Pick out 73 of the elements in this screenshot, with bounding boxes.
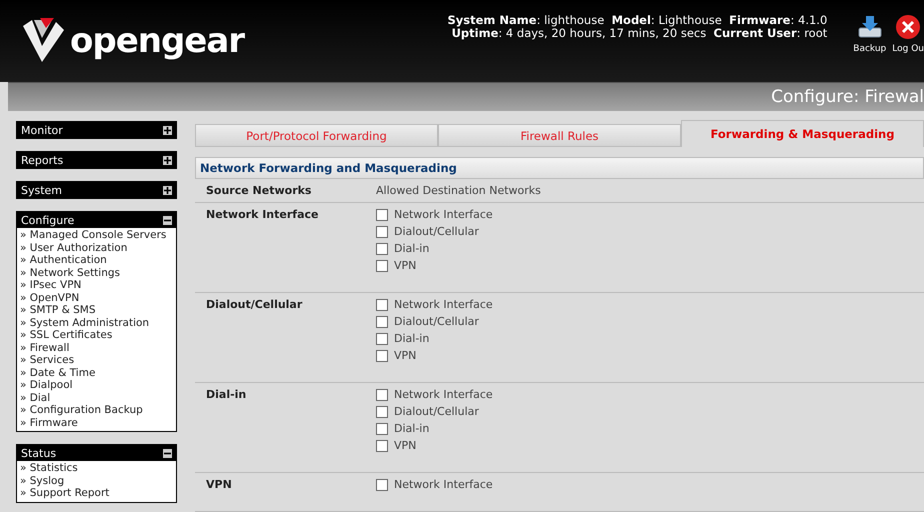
checkbox[interactable] [376,243,388,255]
sidebar-link[interactable]: » SSL Certificates [17,329,176,342]
source-network-label: Network Interface [206,208,320,223]
checkbox-label: Network Interface [394,298,493,312]
sidebar-link[interactable]: » Managed Console Servers [17,229,176,242]
source-network-label: VPN [206,478,233,492]
sidebar-link[interactable]: » Dial [17,392,176,404]
source-network-label: Dialout/Cellular [206,298,304,313]
sidebar-link[interactable]: » Statistics [17,462,176,474]
plus-icon[interactable] [163,126,172,134]
sidebar-link[interactable]: » Syslog [17,474,176,487]
checkbox-label: Dialout/Cellular [394,225,479,239]
checkbox-label: Dialout/Cellular [394,315,479,329]
tab[interactable]: Forwarding & Masquerading [681,120,924,147]
sidebar-heading[interactable]: Status [17,445,176,461]
tab[interactable]: Firewall Rules [438,124,681,147]
checkbox-label: VPN [394,259,416,273]
sidebar-link[interactable]: » OpenVPN [17,292,176,304]
checkbox-label: Dial-in [394,422,430,436]
sidebar-link[interactable]: » Dialpool [17,379,176,392]
checkbox[interactable] [376,389,388,401]
minus-icon[interactable] [163,216,172,224]
checkbox[interactable] [376,440,388,452]
sidebar-link[interactable]: » Firewall [17,342,176,354]
sidebar-heading[interactable]: Monitor [17,122,176,138]
sidebar-link[interactable]: » Firmware [17,416,176,429]
plus-icon[interactable] [163,156,172,164]
sidebar-link[interactable]: » IPsec VPN [17,279,176,292]
logo-text: opengear [70,21,244,61]
checkbox[interactable] [376,316,388,328]
sidebar-heading[interactable]: Configure [17,212,176,228]
checkbox[interactable] [376,226,388,238]
plus-icon[interactable] [163,186,172,194]
system-info-text: System Name: lighthouse Model: Lighthouse Firmware: 4.1.0 [448,14,828,27]
tray-arrow-icon [856,14,883,40]
page-title: Configure: Firewal [771,87,924,107]
system-info-text: Uptime: 4 days, 20 hours, 17 mins, 20 secs Current User: root [452,27,828,40]
sidebar-link[interactable]: » Support Report [17,487,176,500]
checkbox[interactable] [376,423,388,435]
sidebar-link[interactable]: » Network Settings [17,266,176,279]
section-heading: Network Forwarding and Masquerading [195,157,924,179]
logout-action[interactable]: Log Ou [892,14,924,54]
checkbox[interactable] [376,209,388,221]
checkbox[interactable] [376,479,388,491]
sidebar-link[interactable]: » Date & Time [17,366,176,379]
checkbox-label: VPN [394,349,416,363]
checkbox-label: Network Interface [394,478,493,492]
checkbox[interactable] [376,406,388,418]
checkbox-label: Dial-in [394,242,430,256]
checkbox[interactable] [376,333,388,345]
sidebar-link[interactable]: » Authentication [17,254,176,266]
checkbox[interactable] [376,350,388,362]
tab[interactable]: Port/Protocol Forwarding [195,124,438,147]
backup-action[interactable]: Backup [853,14,886,54]
column-header: Source Networks [206,184,312,197]
source-network-label: Dial-in [206,388,248,403]
sidebar-link[interactable]: » SMTP & SMS [17,304,176,316]
close-icon [895,14,922,40]
sidebar-heading[interactable]: Reports [17,152,176,168]
sidebar-link[interactable]: » Configuration Backup [17,404,176,416]
sidebar-link[interactable]: » System Administration [17,316,176,329]
minus-icon[interactable] [163,448,172,458]
checkbox[interactable] [376,299,388,311]
sidebar-heading[interactable]: System [17,182,176,198]
checkbox-label: Dial-in [394,332,430,346]
checkbox-label: Network Interface [394,208,493,222]
column-header: Allowed Destination Networks [376,184,542,197]
checkbox[interactable] [376,260,388,272]
checkbox-label: VPN [394,439,416,453]
checkbox-label: Network Interface [394,388,493,402]
sidebar-link[interactable]: » User Authorization [17,242,176,254]
checkbox-label: Dialout/Cellular [394,405,479,419]
sidebar-link[interactable]: » Services [17,354,176,366]
